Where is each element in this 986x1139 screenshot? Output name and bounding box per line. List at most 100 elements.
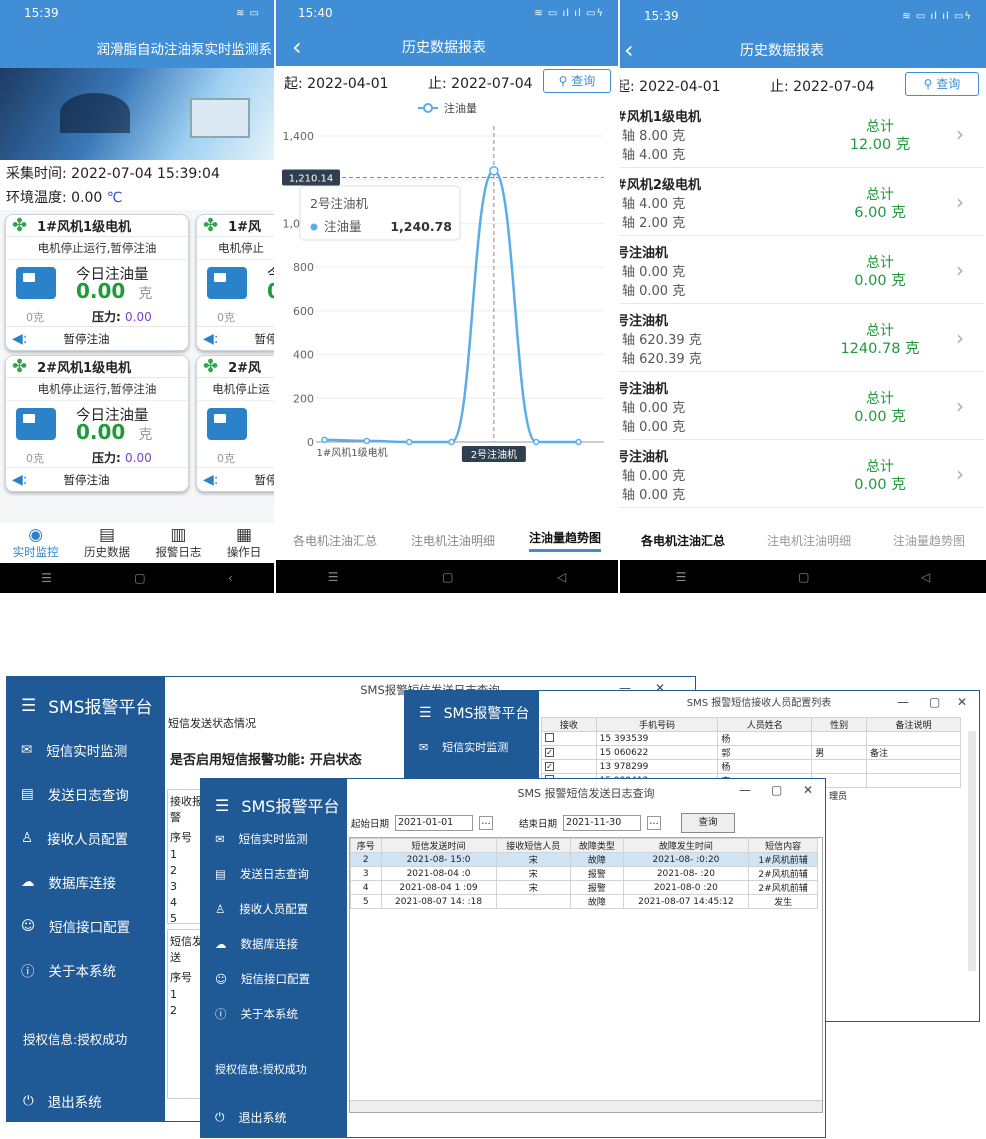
end-date[interactable]: 止: 2022-07-04 [770,76,875,96]
horizontal-scrollbar[interactable] [350,1100,822,1112]
column-header[interactable]: 手机号码 [595,717,719,732]
motor-card[interactable]: ✤1#风 电机停止 今 0 0克 ◀︎: 暂停 [196,214,274,351]
tab-realtime[interactable]: ◉ 实时监控 [13,526,59,563]
end-date-picker[interactable]: … [647,816,662,830]
back-icon[interactable]: ◁ [921,570,930,584]
tab-detail[interactable]: 注电机注油明细 [411,532,495,549]
exit-button[interactable]: ⏻ 退出系统 [23,1091,102,1111]
pause-label[interactable]: 暂停 [254,331,274,347]
menu-receiver-config[interactable]: ♙ 接收人员配置 [201,891,347,926]
exit-button[interactable]: ⏻ 退出系统 [215,1109,287,1126]
home-icon[interactable]: ▢ [442,570,453,584]
receive-checkbox[interactable] [545,732,554,742]
tab-trend[interactable]: 注油量趋势图 [893,532,965,549]
back-icon[interactable]: ‹ [228,571,233,585]
column-header[interactable]: 性别 [811,717,867,732]
table-row[interactable]: 4 2021-08-04 1 :09 宋报警 2021-08-0 :20 2#风机前辅 [350,880,818,895]
back-arrow-icon[interactable]: ‹ [624,36,740,64]
data-point[interactable] [575,438,582,446]
column-header[interactable]: 接收 [541,717,597,732]
menu-icon[interactable]: ☰ [328,570,339,584]
tab-operation-log[interactable]: ▦ 操作日 [227,526,262,563]
menu-database[interactable]: ☁ 数据库连接 [7,860,165,904]
maximize-button[interactable]: ▢ [771,783,782,797]
menu-about[interactable]: ⓘ 关于本系统 [201,996,347,1031]
column-header[interactable]: 故障发生时间 [622,838,750,853]
query-button[interactable]: 查询 [681,813,736,833]
hamburger-icon[interactable]: ☰ [419,705,432,721]
column-header[interactable]: 备注说明 [865,717,962,732]
column-header[interactable]: 短信内容 [748,838,818,853]
menu-log-query[interactable]: ▤ 发送日志查询 [201,856,347,891]
menu-sms-api[interactable]: ☺ 短信接口配置 [7,904,165,948]
pause-label[interactable]: 暂停注油 [63,331,109,347]
menu-about[interactable]: ⓘ 关于本系统 [7,948,165,992]
tab-history[interactable]: ▤ 历史数据 [84,526,130,563]
report-row[interactable]: 号注油机 轴 0.00 克 轴 0.00 克 总计 0.00 克 › [620,440,984,508]
hamburger-icon[interactable]: ☰ [21,696,36,716]
table-row[interactable]: 5 2021-08-07 14: :18 故障 2021-08-07 14:45:12… [350,894,818,909]
report-row[interactable]: 号注油机 轴 0.00 克 轴 0.00 克 总计 0.00 克 › [620,236,984,304]
tab-summary[interactable]: 各电机注油汇总 [293,532,377,549]
data-point[interactable] [489,166,499,176]
hamburger-icon[interactable]: ☰ [215,796,229,815]
table-row[interactable]: 15 393539 杨 [541,731,962,746]
end-date[interactable]: 止: 2022-07-04 [428,73,533,93]
motor-card[interactable]: ✤ 1#风机1级电机 电机停止运行,暂停注油 今日注油量 0.00 克 0克 压力… [5,214,189,351]
menu-receiver-config[interactable]: ♙ 接收人员配置 [7,816,165,860]
receive-checkbox-cell[interactable] [541,731,597,746]
start-date-input[interactable]: 2021-01-01 [395,815,474,831]
menu-log-query[interactable]: ▤ 发送日志查询 [7,772,165,816]
data-point[interactable] [532,438,540,446]
data-point[interactable] [405,438,413,446]
report-row[interactable]: #风机1级电机 轴 8.00 克 轴 4.00 克 总计 12.00 克 › [620,100,984,168]
close-button[interactable]: ✕ [803,783,813,797]
query-button[interactable]: ⚲ 查询 [543,69,611,93]
home-icon[interactable]: ▢ [134,571,145,585]
tab-detail[interactable]: 注电机注油明细 [767,532,851,549]
data-point[interactable] [363,437,371,445]
pause-label[interactable]: 暂停注油 [63,472,109,488]
column-header[interactable]: 接收短信人员 [495,838,572,853]
tab-alarm-log[interactable]: ▥ 报警日志 [155,526,201,563]
receive-checkbox[interactable]: ✓ [545,747,554,757]
vertical-scrollbar[interactable] [968,731,976,971]
menu-database[interactable]: ☁ 数据库连接 [201,926,347,961]
tab-trend[interactable]: 注油量趋势图 [528,529,601,552]
table-row[interactable]: ✓ 15 060622 郭男备注 [541,745,962,760]
receive-checkbox-cell[interactable]: ✓ [541,759,597,774]
tab-summary[interactable]: 各电机注油汇总 [641,532,725,549]
start-date-picker[interactable]: … [479,816,494,830]
pause-label[interactable]: 暂停 [254,472,274,488]
minimize-button[interactable]: — [739,783,751,797]
motor-card[interactable]: ✤ 2#风机1级电机 电机停止运行,暂停注油 今日注油量 0.00 克 0克 压力… [5,355,189,492]
report-row[interactable]: 号注油机 轴 0.00 克 轴 0.00 克 总计 0.00 克 › [620,372,984,440]
menu-sms-api[interactable]: ☺ 短信接口配置 [201,961,347,996]
report-row[interactable]: 号注油机 轴 620.39 克 轴 620.39 克 总计 1240.78 克 … [620,304,984,372]
receive-checkbox[interactable]: ✓ [545,761,554,771]
report-row[interactable]: #风机2级电机 轴 4.00 克 轴 2.00 克 总计 6.00 克 › [620,168,984,236]
table-row[interactable]: ✓ 13 978299 杨 [541,759,962,774]
start-date[interactable]: 起: 2022-04-01 [284,73,389,93]
menu-sms-monitor[interactable]: ✉ 短信实时监测 [201,821,347,856]
data-point[interactable] [321,436,328,444]
close-button[interactable]: ✕ [957,695,967,709]
menu-sms-monitor[interactable]: ✉ 短信实时监测 [7,728,165,772]
back-icon[interactable]: ◁ [557,570,566,584]
start-date[interactable]: 起: 2022-04-01 [620,76,721,96]
column-header[interactable]: 故障类型 [570,838,624,853]
end-date-input[interactable]: 2021-11-30 [563,815,642,831]
motor-card[interactable]: ✤ 2#风 电机停止运 0克 ◀︎: 暂停 [196,355,274,492]
column-header[interactable]: 人员姓名 [717,717,813,732]
data-point[interactable] [448,438,455,446]
menu-sms-monitor[interactable]: 短信实时监测 [442,739,508,755]
table-row[interactable]: 2 2021-08- 15:0 宋故障 2021-08- :0:20 1#风机前辅 [350,852,818,867]
chart-legend[interactable]: 注油量 [418,101,477,115]
column-header[interactable]: 序号 [350,838,382,853]
back-arrow-icon[interactable]: ‹ [292,33,402,61]
minimize-button[interactable]: — [897,695,909,709]
query-button[interactable]: ⚲ 查询 [905,72,979,96]
menu-icon[interactable]: ☰ [676,570,687,584]
table-row[interactable]: 3 2021-08-04 :0 宋报警 2021-08- :20 2#风机前辅 [350,866,818,881]
maximize-button[interactable]: ▢ [929,695,940,709]
